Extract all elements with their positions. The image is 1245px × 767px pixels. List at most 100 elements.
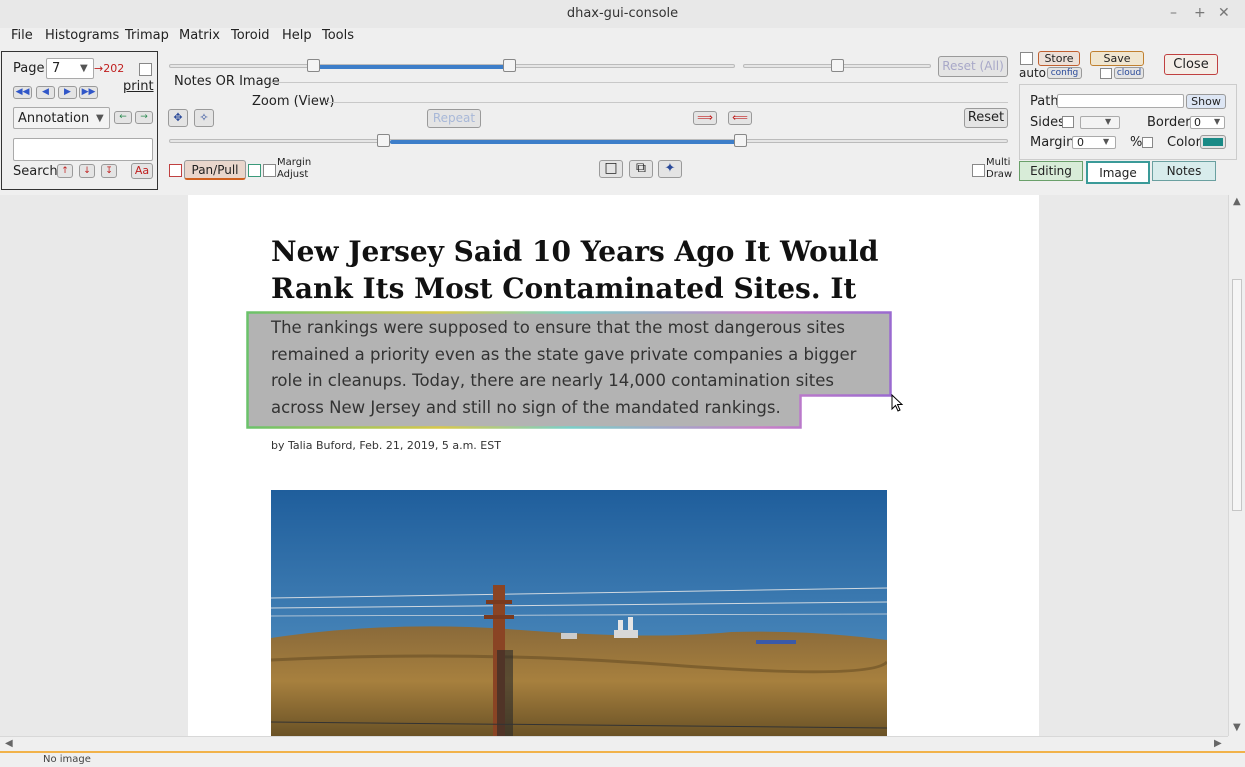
margin-adjust-checkbox[interactable] <box>263 164 276 177</box>
chevron-down-icon: ▼ <box>1214 117 1221 126</box>
menu-trimap[interactable]: Trimap <box>125 28 169 43</box>
zoom-slider-handle-right[interactable] <box>733 134 747 147</box>
close-button[interactable]: Close <box>1164 54 1218 75</box>
horizontal-scrollbar[interactable]: ◀ ▶ <box>0 736 1228 751</box>
print-checkbox[interactable] <box>139 63 152 76</box>
window-title: dhax-gui-console <box>566 6 679 21</box>
star-icon[interactable]: ✦ <box>658 160 682 178</box>
menu-bar: File Histograms Trimap Matrix Toroid Hel… <box>0 28 1245 50</box>
auto-checkbox[interactable] <box>1020 52 1033 65</box>
top-slider-handle-right[interactable] <box>502 59 516 72</box>
page-total: →202 <box>94 62 125 75</box>
arrow-left-icon[interactable]: ⟸ <box>728 111 752 125</box>
scroll-right-icon[interactable]: ▶ <box>1214 738 1222 749</box>
save-button[interactable]: Save <box>1090 51 1144 66</box>
vertical-scrollbar[interactable]: ▲ ▼ <box>1228 195 1245 736</box>
tab-editing[interactable]: Editing <box>1019 161 1083 181</box>
menu-toroid[interactable]: Toroid <box>231 28 270 43</box>
multi-draw-checkbox[interactable] <box>972 164 985 177</box>
minimize-icon[interactable]: – <box>1170 5 1177 21</box>
group-divider <box>271 82 1008 83</box>
page-select[interactable]: 7 ▼ <box>46 58 94 79</box>
arrow-right-icon[interactable]: ⟹ <box>693 111 717 125</box>
color-picker-button[interactable] <box>1200 135 1226 149</box>
forward-arrow-icon[interactable]: → <box>135 111 153 124</box>
search-all-icon[interactable]: ↧ <box>101 164 117 178</box>
margin-adjust-label-2: Adjust <box>277 169 309 180</box>
scroll-up-icon[interactable]: ▲ <box>1233 196 1241 207</box>
config-button[interactable]: config <box>1047 67 1082 79</box>
scroll-left-icon[interactable]: ◀ <box>5 738 13 749</box>
percent-checkbox[interactable] <box>1142 137 1153 148</box>
cloud-checkbox[interactable] <box>1100 68 1112 79</box>
print-label[interactable]: print <box>123 79 154 94</box>
reset-all-button[interactable]: Reset (All) <box>938 56 1008 77</box>
menu-histograms[interactable]: Histograms <box>45 28 119 43</box>
first-page-icon[interactable]: ◀◀ <box>13 86 32 99</box>
sides-checkbox[interactable] <box>1062 116 1074 128</box>
menu-help[interactable]: Help <box>282 28 312 43</box>
maximize-icon[interactable]: + <box>1194 5 1206 21</box>
double-page-icon[interactable]: ⧉ <box>629 160 653 178</box>
path-input[interactable] <box>1057 94 1184 108</box>
tab-image[interactable]: Image <box>1086 161 1150 184</box>
chevron-down-icon: ▼ <box>1103 137 1110 146</box>
zoom-slider-handle-left[interactable] <box>377 134 390 147</box>
match-case-button[interactable]: Aa <box>131 163 153 179</box>
store-button[interactable]: Store <box>1038 51 1080 66</box>
color-label: Color <box>1167 135 1201 150</box>
border-label: Border <box>1147 115 1191 130</box>
tab-notes[interactable]: Notes <box>1152 161 1216 181</box>
status-text: No image <box>43 754 91 765</box>
navigation-panel: Page 7 ▼ →202 print ◀◀ ◀ ▶ ▶▶ Annotation… <box>1 51 158 190</box>
menu-file[interactable]: File <box>11 28 33 43</box>
margin-label: Margin <box>1030 135 1075 150</box>
margin-adjust-label-1: Margin <box>277 157 312 168</box>
back-arrow-icon[interactable]: ← <box>114 111 132 124</box>
auto-label: auto <box>1019 66 1047 80</box>
top-right-slider-handle[interactable] <box>831 59 844 72</box>
sides-select[interactable]: ▼ <box>1080 116 1120 129</box>
mode-select[interactable]: Annotation ▼ <box>13 107 110 129</box>
show-button[interactable]: Show <box>1186 94 1226 109</box>
border-select[interactable]: 0 ▼ <box>1190 116 1225 129</box>
zoom-divider <box>326 102 1008 103</box>
path-label: Path <box>1030 94 1059 109</box>
article-photo <box>271 490 887 736</box>
percent-label: % <box>1130 135 1143 150</box>
color-swatch <box>1203 138 1223 146</box>
sides-label: Sides <box>1030 115 1065 130</box>
vertical-scroll-thumb[interactable] <box>1232 279 1242 511</box>
close-window-icon[interactable]: ✕ <box>1218 5 1230 21</box>
search-up-icon[interactable]: ↑ <box>57 164 73 178</box>
margin-adjust-color-checkbox[interactable] <box>248 164 261 177</box>
menu-tools[interactable]: Tools <box>322 28 354 43</box>
pan-pull-checkbox[interactable] <box>169 164 182 177</box>
notes-or-image-label: Notes OR Image <box>174 74 280 89</box>
multi-draw-label-2: Draw <box>986 169 1013 180</box>
page-label: Page <box>13 61 45 76</box>
zoom-slider-fill <box>390 140 740 144</box>
repeat-button[interactable]: Repeat <box>427 109 481 128</box>
scroll-down-icon[interactable]: ▼ <box>1233 722 1241 733</box>
margin-select[interactable]: 0 ▼ <box>1072 136 1116 149</box>
move-icon[interactable]: ✥ <box>168 109 188 127</box>
top-slider-handle-left[interactable] <box>307 59 320 72</box>
sparkle-icon[interactable]: ✧ <box>194 109 214 127</box>
top-slider-fill <box>314 65 509 69</box>
search-input[interactable] <box>13 138 153 161</box>
single-page-icon[interactable]: □ <box>599 160 623 178</box>
prev-page-icon[interactable]: ◀ <box>36 86 55 99</box>
pan-pull-button[interactable]: Pan/Pull <box>184 160 246 180</box>
article-byline: by Talia Buford, Feb. 21, 2019, 5 a.m. E… <box>271 439 501 452</box>
document-page: New Jersey Said 10 Years Ago It Would Ra… <box>188 195 1039 736</box>
last-page-icon[interactable]: ▶▶ <box>79 86 98 99</box>
image-settings-box: Path Show Sides ▼ Border 0 ▼ Margin 0 ▼ … <box>1019 84 1237 160</box>
document-viewer[interactable]: New Jersey Said 10 Years Ago It Would Ra… <box>0 195 1228 736</box>
cloud-button[interactable]: cloud <box>1114 67 1144 79</box>
next-page-icon[interactable]: ▶ <box>58 86 77 99</box>
search-down-icon[interactable]: ↓ <box>79 164 95 178</box>
landscape-photo <box>271 490 887 736</box>
menu-matrix[interactable]: Matrix <box>179 28 220 43</box>
reset-button[interactable]: Reset <box>964 108 1008 128</box>
